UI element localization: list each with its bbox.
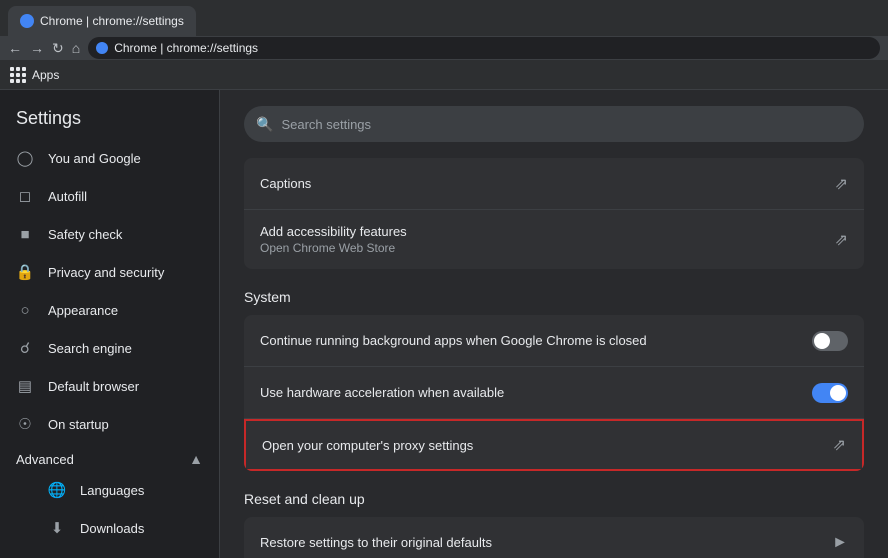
tab-favicon [20, 14, 34, 28]
advanced-label: Advanced [16, 452, 74, 467]
system-card: Continue running background apps when Go… [244, 315, 864, 471]
apps-label[interactable]: Apps [32, 68, 59, 82]
proxy-settings-row[interactable]: Open your computer's proxy settings ⇗ [244, 419, 864, 471]
search-bar[interactable]: 🔍 [244, 106, 864, 142]
settings-title: Settings [0, 94, 219, 139]
tab-title: Chrome | chrome://settings [40, 14, 184, 28]
add-accessibility-row[interactable]: Add accessibility features Open Chrome W… [244, 210, 864, 269]
reset-section-header: Reset and clean up [244, 483, 864, 517]
power-icon: ☉ [16, 415, 34, 433]
search-input[interactable] [281, 117, 852, 132]
sidebar-label-languages: Languages [80, 483, 144, 498]
download-icon: ⬇ [48, 519, 66, 537]
sidebar-item-appearance[interactable]: ○ Appearance [0, 291, 219, 329]
address-text: Chrome | chrome://settings [114, 41, 258, 55]
sidebar-label-autofill: Autofill [48, 189, 87, 204]
search-icon: ☌ [16, 339, 34, 357]
address-bar[interactable]: Chrome | chrome://settings [88, 37, 880, 59]
sidebar-label-safety-check: Safety check [48, 227, 122, 242]
sidebar-label-privacy-security: Privacy and security [48, 265, 164, 280]
settings-layout: Settings ◯ You and Google ◻ Autofill ■ S… [0, 90, 888, 558]
add-accessibility-text: Add accessibility features Open Chrome W… [260, 224, 827, 255]
hardware-accel-text: Use hardware acceleration when available [260, 385, 812, 400]
sidebar-item-printing[interactable]: 🖶 Printing [0, 547, 219, 558]
background-apps-text: Continue running background apps when Go… [260, 333, 812, 348]
forward-button[interactable]: → [30, 40, 44, 56]
sidebar-item-safety-check[interactable]: ■ Safety check [0, 215, 219, 253]
external-link-icon-2: ⇗ [835, 230, 848, 250]
lock-icon: 🔒 [16, 263, 34, 281]
advanced-section-header[interactable]: Advanced ▲ [0, 443, 219, 471]
sidebar: Settings ◯ You and Google ◻ Autofill ■ S… [0, 90, 220, 558]
proxy-external-icon: ⇗ [833, 435, 846, 455]
credit-card-icon: ◻ [16, 187, 34, 205]
globe-icon: 🌐 [48, 481, 66, 499]
proxy-settings-title: Open your computer's proxy settings [262, 438, 825, 453]
browser-window: Chrome | chrome://settings ← → ↻ ⌂ Chrom… [0, 0, 888, 60]
person-icon: ◯ [16, 149, 34, 167]
sidebar-item-privacy-security[interactable]: 🔒 Privacy and security [0, 253, 219, 291]
toggle-thumb [814, 333, 830, 349]
toggle-thumb-on [830, 385, 846, 401]
proxy-settings-text: Open your computer's proxy settings [262, 438, 825, 453]
shield-icon: ■ [16, 225, 34, 243]
sidebar-item-search-engine[interactable]: ☌ Search engine [0, 329, 219, 367]
accessibility-card: Captions ⇗ Add accessibility features Op… [244, 158, 864, 269]
app-bar: Apps [0, 60, 888, 90]
collapse-icon: ▲ [189, 451, 203, 467]
sidebar-item-default-browser[interactable]: ▤ Default browser [0, 367, 219, 405]
home-button[interactable]: ⌂ [72, 40, 80, 56]
site-icon [96, 42, 108, 54]
add-accessibility-title: Add accessibility features [260, 224, 827, 239]
back-button[interactable]: ← [8, 40, 22, 56]
main-content: 🔍 Captions ⇗ Add accessibility features … [220, 90, 888, 558]
sidebar-item-downloads[interactable]: ⬇ Downloads [0, 509, 219, 547]
tab-bar: Chrome | chrome://settings [0, 0, 888, 36]
external-link-icon: ⇗ [835, 174, 848, 194]
sidebar-label-you-and-google: You and Google [48, 151, 141, 166]
restore-defaults-text: Restore settings to their original defau… [260, 535, 824, 550]
add-accessibility-subtitle: Open Chrome Web Store [260, 241, 827, 255]
hardware-accel-title: Use hardware acceleration when available [260, 385, 812, 400]
sidebar-label-downloads: Downloads [80, 521, 144, 536]
reload-button[interactable]: ↻ [52, 40, 64, 57]
sidebar-item-you-and-google[interactable]: ◯ You and Google [0, 139, 219, 177]
restore-defaults-title: Restore settings to their original defau… [260, 535, 824, 550]
apps-grid-icon [10, 67, 26, 83]
nav-bar: ← → ↻ ⌂ Chrome | chrome://settings [0, 36, 888, 60]
hardware-accel-row[interactable]: Use hardware acceleration when available [244, 367, 864, 419]
sidebar-label-on-startup: On startup [48, 417, 109, 432]
search-icon: 🔍 [256, 116, 273, 133]
sidebar-label-appearance: Appearance [48, 303, 118, 318]
hardware-accel-toggle[interactable] [812, 383, 848, 403]
captions-text: Captions [260, 176, 827, 191]
browser-icon: ▤ [16, 377, 34, 395]
restore-defaults-row[interactable]: Restore settings to their original defau… [244, 517, 864, 558]
sidebar-item-on-startup[interactable]: ☉ On startup [0, 405, 219, 443]
sidebar-label-search-engine: Search engine [48, 341, 132, 356]
sidebar-item-autofill[interactable]: ◻ Autofill [0, 177, 219, 215]
reset-card: Restore settings to their original defau… [244, 517, 864, 558]
captions-title: Captions [260, 176, 827, 191]
background-apps-row[interactable]: Continue running background apps when Go… [244, 315, 864, 367]
captions-row[interactable]: Captions ⇗ [244, 158, 864, 210]
sidebar-item-languages[interactable]: 🌐 Languages [0, 471, 219, 509]
system-section-header: System [244, 281, 864, 315]
palette-icon: ○ [16, 301, 34, 319]
active-tab[interactable]: Chrome | chrome://settings [8, 6, 196, 36]
restore-arrow-icon: ► [832, 534, 848, 552]
sidebar-label-default-browser: Default browser [48, 379, 139, 394]
background-apps-title: Continue running background apps when Go… [260, 333, 812, 348]
background-apps-toggle[interactable] [812, 331, 848, 351]
